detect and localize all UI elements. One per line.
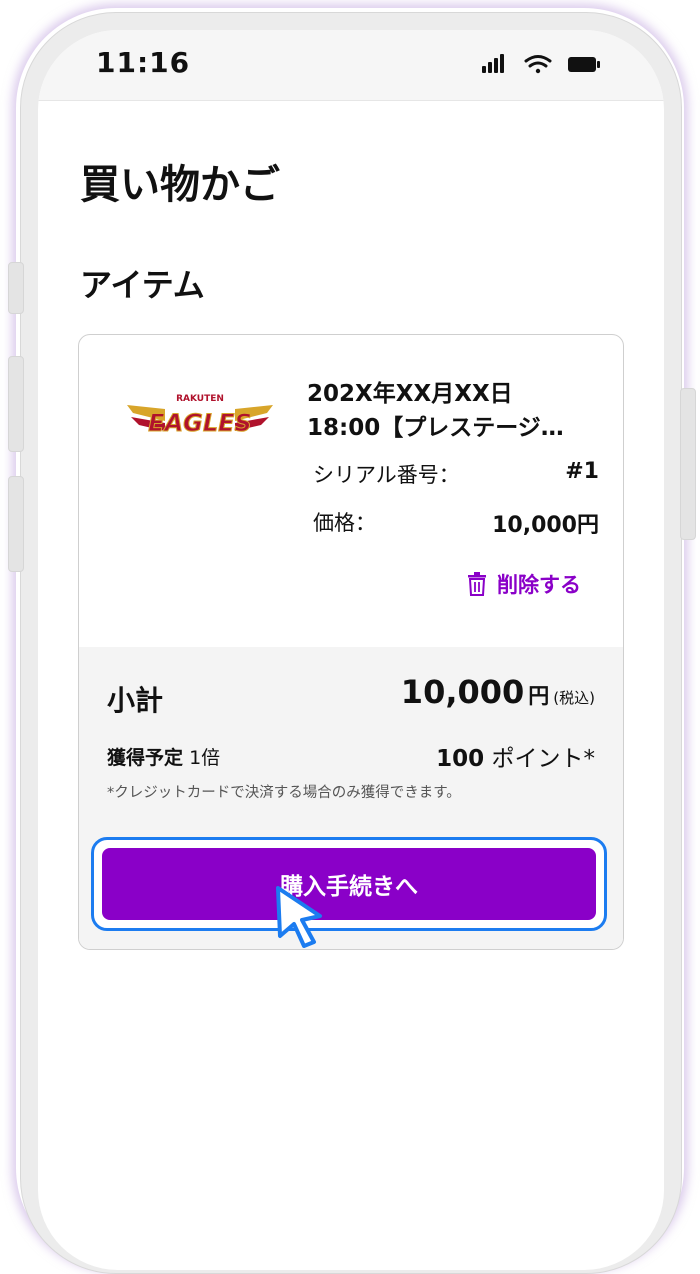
points-label-text: 獲得予定 bbox=[107, 747, 184, 769]
svg-text:EAGLES: EAGLES bbox=[148, 409, 252, 437]
item-title-line1: 202X年XX月XX日 bbox=[307, 381, 513, 407]
subtotal-value: 10,000 円 (税込) bbox=[401, 673, 595, 711]
points-note: *クレジットカードで決済する場合のみ獲得できます。 bbox=[107, 785, 461, 801]
phone-side-button bbox=[8, 356, 24, 452]
status-bar: 11:16 bbox=[38, 30, 664, 101]
subtotal-label: 小計 bbox=[107, 684, 164, 717]
points-unit: ポイント* bbox=[491, 746, 596, 772]
phone-side-button bbox=[8, 476, 24, 572]
battery-icon bbox=[568, 57, 600, 72]
svg-text:RAKUTEN: RAKUTEN bbox=[176, 394, 224, 404]
price-label: 価格： bbox=[313, 511, 376, 535]
subtotal-unit: 円 bbox=[528, 684, 550, 708]
item-title-line2: 18:00【プレステージ… bbox=[307, 415, 564, 441]
phone-screen: 11:16 買い物かご アイテム RAKUTEN EAGLES 202X年XX月… bbox=[38, 30, 664, 1270]
wifi-icon bbox=[524, 55, 552, 74]
checkout-button-focus-ring: 購入手続きへ bbox=[91, 837, 607, 931]
subtotal-amount: 10,000 bbox=[400, 673, 525, 711]
checkout-button[interactable]: 購入手続きへ bbox=[102, 848, 596, 920]
status-time: 11:16 bbox=[96, 46, 191, 79]
cart-summary: 小計 10,000 円 (税込) 獲得予定 1倍 100 ポイント* *クレジッ… bbox=[79, 647, 623, 949]
section-title-items: アイテム bbox=[80, 266, 205, 304]
delete-label: 削除する bbox=[497, 573, 581, 597]
points-value: 100 ポイント* bbox=[436, 739, 595, 773]
points-label: 獲得予定 1倍 bbox=[107, 743, 220, 770]
cart-item-card: RAKUTEN EAGLES 202X年XX月XX日 18:00【プレステージ…… bbox=[78, 334, 624, 950]
status-icons bbox=[482, 54, 600, 74]
points-amount: 100 bbox=[436, 746, 485, 772]
item-title: 202X年XX月XX日 18:00【プレステージ… bbox=[307, 377, 607, 445]
eagles-logo: RAKUTEN EAGLES bbox=[127, 394, 273, 438]
subtotal-tax-note: (税込) bbox=[553, 689, 595, 707]
signal-icon bbox=[482, 54, 504, 73]
delete-button[interactable]: 削除する bbox=[467, 569, 581, 599]
pointer-cursor-icon bbox=[276, 886, 322, 948]
serial-label: シリアル番号： bbox=[313, 463, 460, 487]
serial-value: #1 bbox=[565, 459, 599, 484]
points-multiplier: 1倍 bbox=[189, 747, 221, 769]
trash-icon bbox=[468, 572, 486, 596]
phone-side-button bbox=[680, 388, 696, 540]
price-value: 10,000円 bbox=[492, 513, 599, 538]
phone-side-button bbox=[8, 262, 24, 314]
page-title: 買い物かご bbox=[80, 162, 280, 208]
